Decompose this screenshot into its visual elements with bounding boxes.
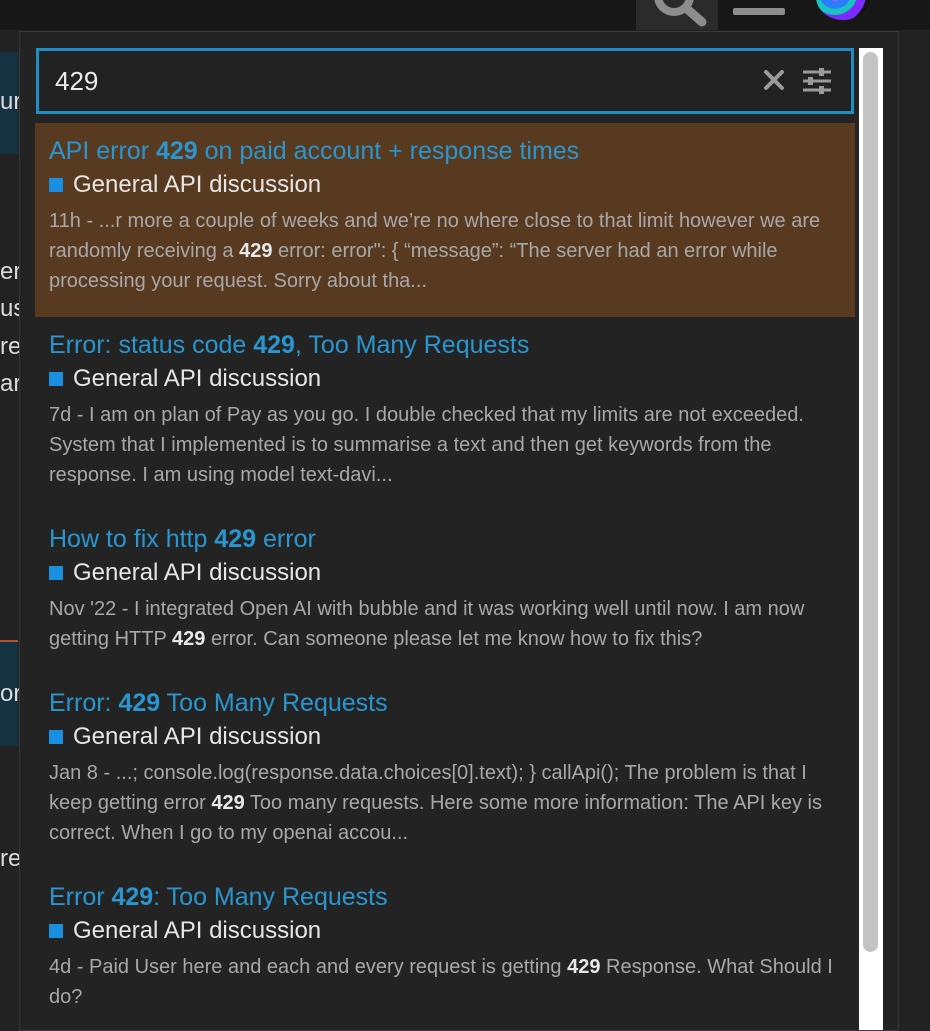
blurb-text: error. Can someone please let me know ho…	[205, 628, 703, 650]
search-result[interactable]: Error: 429 Too Many Requests General API…	[35, 675, 855, 869]
result-date: 4d	[49, 956, 72, 978]
result-blurb: Jan 8 - ...; console.log(response.data.c…	[49, 758, 841, 848]
search-input[interactable]	[55, 51, 735, 111]
search-result[interactable]: Error: status code 429, Too Many Request…	[35, 317, 855, 511]
blurb-text: - Paid User here and each and every requ…	[71, 956, 568, 978]
search-dropdown: API error 429 on paid account + response…	[19, 31, 899, 1031]
category-badge	[49, 178, 63, 192]
result-title-text: Error: status code	[49, 331, 254, 359]
search-result[interactable]: API error 429 on paid account + response…	[35, 123, 855, 317]
result-date: 11h	[49, 210, 81, 232]
result-blurb: Nov '22 - I integrated Open AI with bubb…	[49, 594, 841, 654]
category-badge	[49, 566, 63, 580]
result-title-link[interactable]: API error 429 on paid account + response…	[49, 135, 841, 167]
search-result[interactable]: Error 429: Too Many Requests General API…	[35, 869, 855, 1030]
site-header	[0, 0, 930, 30]
result-title-text: API error	[49, 137, 156, 165]
result-blurb: 11h - ...r more a couple of weeks and we…	[49, 206, 841, 296]
category-label: General API discussion	[73, 723, 322, 750]
category-badge	[49, 924, 63, 938]
result-category[interactable]: General API discussion	[49, 558, 841, 588]
blurb-highlight: 429	[211, 792, 245, 814]
result-title-link[interactable]: Error 429: Too Many Requests	[49, 881, 841, 913]
result-title-highlight: 429	[155, 137, 198, 165]
result-title-link[interactable]: Error: status code 429, Too Many Request…	[49, 329, 841, 361]
blurb-highlight: 429	[239, 240, 273, 262]
result-title-text: error	[256, 525, 316, 553]
result-title-text: : Too Many Requests	[153, 883, 388, 911]
clear-search-icon[interactable]	[761, 67, 787, 93]
result-title-text: on paid account + response times	[197, 137, 580, 165]
result-title-text: Error	[49, 883, 112, 911]
result-blurb: 4d - Paid User here and each and every r…	[49, 952, 841, 1012]
result-category[interactable]: General API discussion	[49, 722, 841, 752]
hamburger-menu-icon[interactable]	[733, 8, 785, 15]
result-date: 7d	[49, 404, 72, 426]
blurb-text: - I am on plan of Pay as you go. I doubl…	[49, 404, 804, 486]
result-blurb: 7d - I am on plan of Pay as you go. I do…	[49, 400, 841, 490]
category-badge	[49, 372, 63, 386]
search-result[interactable]: How to fix http 429 error General API di…	[35, 511, 855, 675]
category-label: General API discussion	[73, 365, 322, 392]
result-title-highlight: 429	[214, 525, 257, 553]
result-title-highlight: 429	[253, 331, 295, 359]
result-title-link[interactable]: How to fix http 429 error	[49, 523, 841, 555]
category-label: General API discussion	[73, 917, 322, 944]
scrollbar-thumb[interactable]	[863, 52, 878, 952]
blurb-highlight: 429	[172, 628, 206, 650]
search-icon[interactable]	[650, 0, 708, 28]
result-category[interactable]: General API discussion	[49, 364, 841, 394]
result-title-highlight: 429	[118, 689, 161, 717]
result-category[interactable]: General API discussion	[49, 170, 841, 200]
category-label: General API discussion	[73, 559, 322, 586]
search-box	[36, 48, 854, 114]
result-category[interactable]: General API discussion	[49, 916, 841, 946]
result-title-text: How to fix http	[49, 525, 215, 553]
category-badge	[49, 730, 63, 744]
category-label: General API discussion	[73, 171, 322, 198]
result-title-highlight: 429	[111, 883, 154, 911]
result-date: Jan 8	[49, 762, 98, 784]
result-date: Nov '22	[49, 598, 117, 620]
result-title-text: , Too Many Requests	[294, 331, 530, 359]
result-title-text: Error:	[49, 689, 119, 717]
result-title-text: Too Many Requests	[160, 689, 388, 717]
search-options-icon[interactable]	[801, 67, 833, 95]
search-results-list: API error 429 on paid account + response…	[35, 123, 855, 1030]
blurb-highlight: 429	[567, 956, 601, 978]
result-title-link[interactable]: Error: 429 Too Many Requests	[49, 687, 841, 719]
